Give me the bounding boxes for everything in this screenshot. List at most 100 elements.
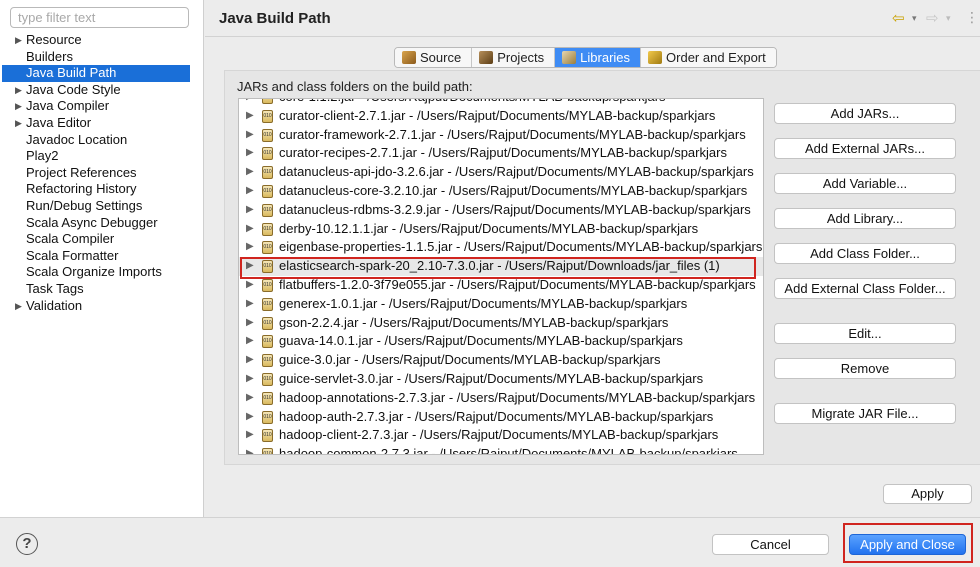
expand-triangle-icon[interactable]: ▶: [246, 257, 254, 276]
library-row[interactable]: ▶ 010 curator-framework-2.7.1.jar - /Users…: [239, 126, 763, 145]
sidebar-item[interactable]: Scala Formatter: [0, 248, 204, 265]
library-row[interactable]: ▶ 010 core-1.1.2.jar - /Users/Rajput/Docum…: [239, 99, 763, 107]
apply-button[interactable]: Apply: [883, 484, 972, 504]
migrate-jar-file-button[interactable]: Migrate JAR File...: [774, 403, 956, 424]
more-options-icon[interactable]: ⋮: [965, 9, 979, 26]
sidebar-item[interactable]: Run/Debug Settings: [0, 198, 204, 215]
library-row[interactable]: ▶ 010 elasticsearch-spark-20_2.10-7.3.0.ja…: [239, 257, 763, 279]
expand-triangle-icon[interactable]: ▶: [246, 220, 254, 239]
sidebar-item[interactable]: Builders: [0, 49, 204, 66]
expand-triangle-icon[interactable]: ▶: [246, 238, 254, 257]
sidebar-item[interactable]: Scala Async Debugger: [0, 215, 204, 232]
library-row[interactable]: ▶ 010 curator-recipes-2.7.1.jar - /Users/R…: [239, 144, 763, 163]
library-row-label: hadoop-auth-2.7.3.jar - /Users/Rajput/Do…: [279, 408, 714, 424]
expand-triangle-icon[interactable]: ▶: [246, 426, 254, 445]
expand-triangle-icon[interactable]: ▶: [15, 98, 22, 115]
library-row[interactable]: ▶ 010 derby-10.12.1.1.jar - /Users/Rajput/…: [239, 220, 763, 239]
add-external-jars-button[interactable]: Add External JARs...: [774, 138, 956, 159]
library-row-label: derby-10.12.1.1.jar - /Users/Rajput/Docu…: [279, 220, 699, 236]
libraries-panel: JARs and class folders on the build path…: [224, 70, 980, 465]
sidebar-item[interactable]: ▶ Java Compiler: [0, 98, 204, 115]
expand-triangle-icon[interactable]: ▶: [246, 389, 254, 408]
sidebar-item[interactable]: Play2: [0, 148, 204, 165]
library-row[interactable]: ▶ 010 curator-client-2.7.1.jar - /Users/Ra…: [239, 107, 763, 126]
jar-file-icon: 010: [262, 128, 273, 142]
remove-button[interactable]: Remove: [774, 358, 956, 379]
expand-triangle-icon[interactable]: ▶: [246, 351, 254, 370]
expand-triangle-icon[interactable]: ▶: [246, 314, 254, 333]
library-row-label: hadoop-annotations-2.7.3.jar - /Users/Ra…: [279, 389, 756, 405]
library-row-label: curator-framework-2.7.1.jar - /Users/Raj…: [279, 126, 746, 142]
sidebar-item[interactable]: ▶ Java Editor: [0, 115, 204, 132]
library-row[interactable]: ▶ 010 hadoop-annotations-2.7.3.jar - /User…: [239, 389, 763, 408]
tab-projects[interactable]: Projects: [472, 48, 556, 67]
expand-triangle-icon[interactable]: ▶: [246, 276, 254, 295]
cancel-button[interactable]: Cancel: [712, 534, 829, 555]
back-arrow-icon[interactable]: ⇦: [892, 9, 905, 27]
expand-triangle-icon[interactable]: ▶: [246, 126, 254, 145]
expand-triangle-icon[interactable]: ▶: [246, 99, 254, 107]
library-row[interactable]: ▶ 010 eigenbase-properties-1.1.5.jar - /Us…: [239, 238, 763, 257]
library-row-label: hadoop-common-2.7.3.jar - /Users/Rajput/…: [279, 446, 738, 455]
add-external-class-folder-button[interactable]: Add External Class Folder...: [774, 278, 956, 299]
expand-triangle-icon[interactable]: ▶: [15, 298, 22, 315]
library-row[interactable]: ▶ 010 generex-1.0.1.jar - /Users/Rajput/Do…: [239, 295, 763, 314]
back-dropdown-icon[interactable]: ▾: [912, 13, 917, 24]
sidebar-item[interactable]: ▶ Validation: [0, 298, 204, 315]
library-row[interactable]: ▶ 010 hadoop-common-2.7.3.jar - /Users/Raj…: [239, 445, 763, 455]
expand-triangle-icon[interactable]: ▶: [246, 144, 254, 163]
help-icon[interactable]: ?: [16, 533, 38, 555]
sidebar-item[interactable]: ▶ Resource: [0, 32, 204, 49]
expand-triangle-icon[interactable]: ▶: [246, 295, 254, 314]
expand-triangle-icon[interactable]: ▶: [246, 201, 254, 220]
library-row-label: guice-servlet-3.0.jar - /Users/Rajput/Do…: [279, 370, 704, 386]
sidebar-item[interactable]: Javadoc Location: [0, 132, 204, 149]
expand-triangle-icon[interactable]: ▶: [246, 107, 254, 126]
sidebar-item[interactable]: Project References: [0, 165, 204, 182]
tab-libraries[interactable]: Libraries: [555, 48, 642, 67]
library-row[interactable]: ▶ 010 hadoop-client-2.7.3.jar - /Users/Raj…: [239, 426, 763, 445]
edit-button[interactable]: Edit...: [774, 323, 956, 344]
library-row[interactable]: ▶ 010 flatbuffers-1.2.0-3f79e055.jar - /Us…: [239, 276, 763, 295]
library-row[interactable]: ▶ 010 datanucleus-rdbms-3.2.9.jar - /Users…: [239, 201, 763, 220]
sidebar-item-label: Java Build Path: [26, 65, 117, 81]
tab-source[interactable]: Source: [395, 48, 473, 67]
library-row[interactable]: ▶ 010 datanucleus-core-3.2.10.jar - /Users…: [239, 182, 763, 201]
sidebar-item[interactable]: Scala Organize Imports: [0, 264, 204, 281]
library-row-label: guice-3.0.jar - /Users/Rajput/Documents/…: [279, 352, 661, 368]
sidebar-item[interactable]: Refactoring History: [0, 181, 204, 198]
sidebar-item[interactable]: Scala Compiler: [0, 231, 204, 248]
expand-triangle-icon[interactable]: ▶: [15, 32, 22, 49]
expand-triangle-icon[interactable]: ▶: [246, 182, 254, 201]
footer-separator: [0, 517, 980, 518]
expand-triangle-icon[interactable]: ▶: [15, 82, 22, 99]
library-row[interactable]: ▶ 010 hadoop-auth-2.7.3.jar - /Users/Rajpu…: [239, 408, 763, 427]
expand-triangle-icon[interactable]: ▶: [246, 370, 254, 389]
forward-dropdown-icon[interactable]: ▾: [946, 13, 951, 24]
library-row[interactable]: ▶ 010 guice-servlet-3.0.jar - /Users/Rajpu…: [239, 370, 763, 389]
expand-triangle-icon[interactable]: ▶: [246, 332, 254, 351]
property-tree: ▶ Resource Builders Java Build Path ▶ Java Co…: [0, 32, 204, 314]
filter-input[interactable]: [10, 7, 189, 28]
expand-triangle-icon[interactable]: ▶: [246, 445, 254, 454]
forward-arrow-icon[interactable]: ⇨: [926, 9, 939, 27]
add-jars-button[interactable]: Add JARs...: [774, 103, 956, 124]
libraries-list[interactable]: ▶ 010 core-1.1.2.jar - /Users/Rajput/Docum…: [238, 98, 764, 455]
add-class-folder-button[interactable]: Add Class Folder...: [774, 243, 956, 264]
library-row[interactable]: ▶ 010 guice-3.0.jar - /Users/Rajput/Docume…: [239, 351, 763, 370]
apply-and-close-button[interactable]: Apply and Close: [849, 534, 966, 555]
add-variable-button[interactable]: Add Variable...: [774, 173, 956, 194]
sidebar-item[interactable]: ▶ Java Code Style: [0, 82, 204, 99]
sidebar-item[interactable]: Task Tags: [0, 281, 204, 298]
jar-file-icon: 010: [262, 147, 273, 161]
expand-triangle-icon[interactable]: ▶: [246, 163, 254, 182]
jar-file-icon: 010: [262, 184, 273, 198]
expand-triangle-icon[interactable]: ▶: [15, 115, 22, 132]
library-row[interactable]: ▶ 010 guava-14.0.1.jar - /Users/Rajput/Doc…: [239, 332, 763, 351]
sidebar-item[interactable]: Java Build Path: [2, 65, 190, 82]
expand-triangle-icon[interactable]: ▶: [246, 408, 254, 427]
library-row[interactable]: ▶ 010 gson-2.2.4.jar - /Users/Rajput/Docum…: [239, 314, 763, 333]
tab-order-and-export[interactable]: Order and Export: [641, 48, 776, 67]
library-row[interactable]: ▶ 010 datanucleus-api-jdo-3.2.6.jar - /Use…: [239, 163, 763, 182]
add-library-button[interactable]: Add Library...: [774, 208, 956, 229]
